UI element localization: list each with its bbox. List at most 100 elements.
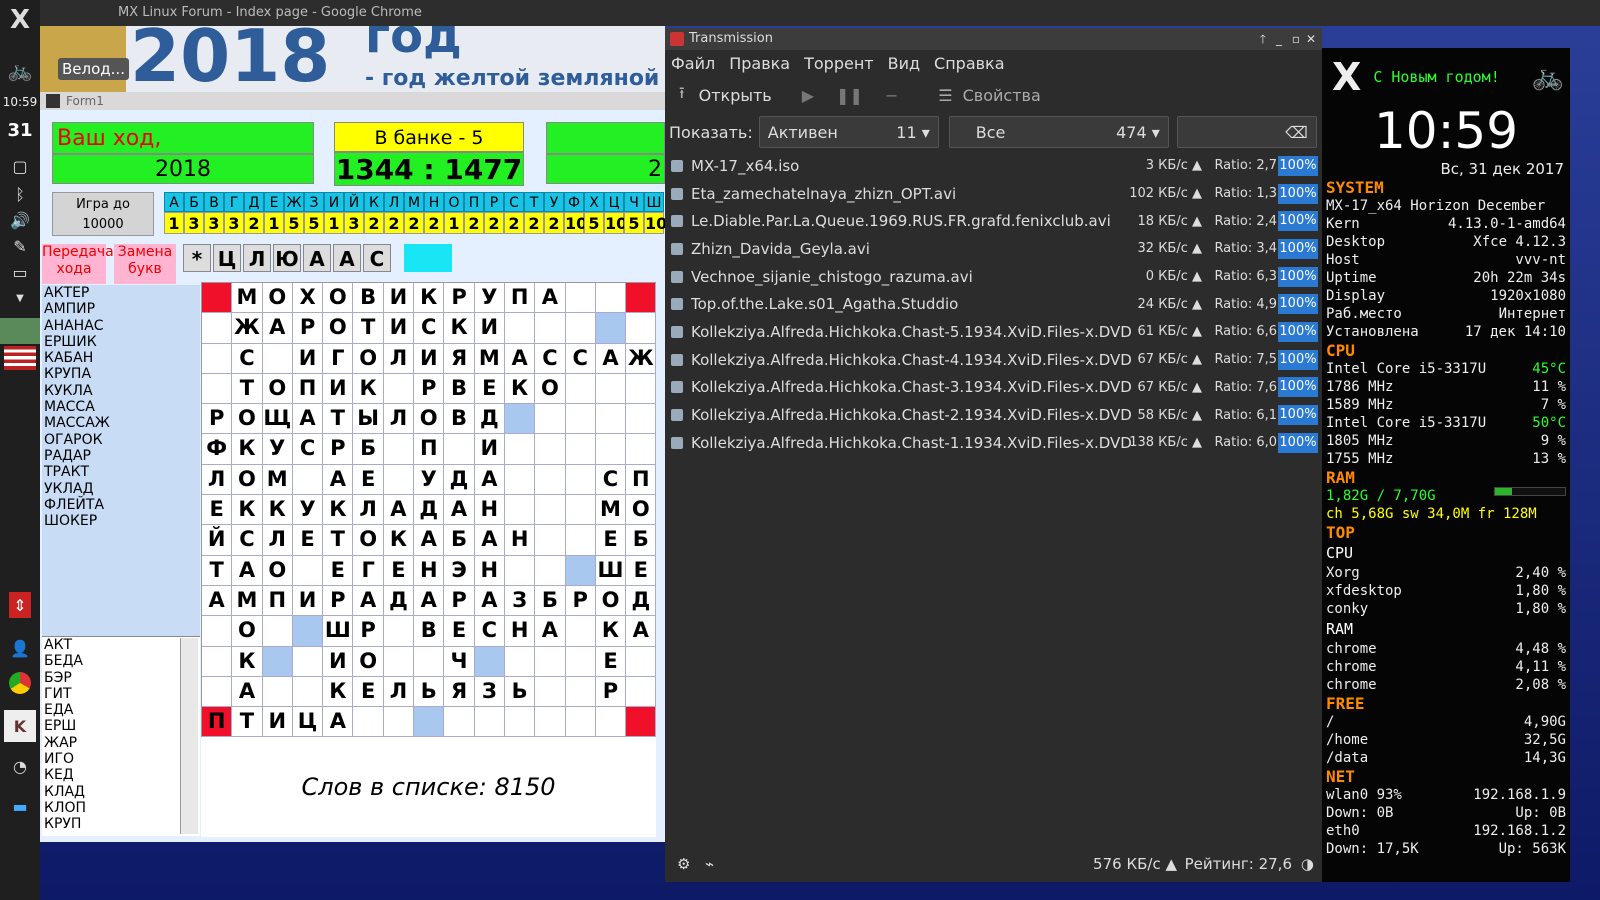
- board-cell[interactable]: У: [474, 283, 505, 314]
- board-cell[interactable]: [262, 616, 293, 647]
- board-cell[interactable]: [383, 464, 415, 496]
- board-cell[interactable]: С: [565, 343, 596, 374]
- board-cell[interactable]: [565, 373, 596, 405]
- board-cell[interactable]: А: [504, 343, 536, 374]
- board-cell[interactable]: Л: [262, 525, 293, 556]
- board-cell[interactable]: Ж: [232, 313, 263, 344]
- board-cell[interactable]: О: [232, 404, 263, 435]
- transmission-titlebar[interactable]: Transmission 🡑 _ ▫ ✕: [665, 28, 1322, 50]
- board-cell[interactable]: У: [292, 495, 324, 526]
- start-icon[interactable]: ▶: [802, 86, 814, 105]
- board-cell[interactable]: Е: [353, 464, 384, 496]
- board-cell[interactable]: Е: [292, 525, 324, 556]
- board-cell[interactable]: [535, 464, 566, 496]
- board-cell[interactable]: К: [232, 434, 263, 465]
- board-cell[interactable]: Х: [292, 283, 324, 314]
- word-item[interactable]: ЕДА: [44, 702, 200, 718]
- board-cell[interactable]: [202, 313, 233, 344]
- word-item[interactable]: ЖАР: [44, 735, 200, 751]
- board-cell[interactable]: М: [262, 464, 293, 496]
- word-item[interactable]: КЛАД: [44, 784, 200, 800]
- word-item[interactable]: БЕДА: [44, 653, 200, 669]
- torrent-row[interactable]: Zhizn_Davida_Geyla.avi 32 КБ/с ▲ Ratio: 3,…: [665, 235, 1322, 263]
- board-cell[interactable]: Ц: [292, 707, 324, 738]
- word-item[interactable]: УКЛАД: [44, 481, 200, 497]
- board-cell[interactable]: [292, 464, 324, 496]
- board-cell[interactable]: [535, 676, 566, 708]
- board-cell[interactable]: Ы: [353, 404, 384, 435]
- torrent-row[interactable]: MX-17_x64.iso 3 КБ/с ▲ Ratio: 2,7 100%: [665, 152, 1322, 180]
- board-cell[interactable]: О: [535, 373, 566, 405]
- board-cell[interactable]: [626, 404, 657, 435]
- board-cell[interactable]: [535, 707, 566, 738]
- board-cell[interactable]: Л: [353, 495, 384, 526]
- board-cell[interactable]: А: [383, 495, 415, 526]
- board-cell[interactable]: О: [353, 525, 384, 556]
- rack-tile[interactable]: А: [303, 244, 331, 272]
- board-cell[interactable]: Л: [202, 464, 233, 496]
- word-item[interactable]: ЕРШИК: [44, 334, 200, 350]
- torrent-row[interactable]: Kollekziya.Alfreda.Hichkoka.Chast-4.1934…: [665, 346, 1322, 374]
- board-cell[interactable]: Ь: [414, 676, 445, 708]
- torrent-row[interactable]: Eta_zamechatelnaya_zhizn_OPT.avi 102 КБ/с…: [665, 180, 1322, 208]
- word-item[interactable]: ОГАРОК: [44, 432, 200, 448]
- board-cell[interactable]: О: [323, 283, 354, 314]
- board-cell[interactable]: [565, 646, 596, 677]
- word-item[interactable]: КРУП: [44, 816, 200, 832]
- chrome-icon[interactable]: [9, 672, 31, 694]
- board-cell[interactable]: Е: [474, 373, 505, 405]
- torrent-row[interactable]: Kollekziya.Alfreda.Hichkoka.Chast-5.1934…: [665, 318, 1322, 346]
- word-item[interactable]: КАБАН: [44, 350, 200, 366]
- board-cell[interactable]: Д: [626, 585, 657, 617]
- board-cell[interactable]: И: [474, 434, 505, 465]
- board-cell[interactable]: В: [353, 283, 384, 314]
- rack-tile[interactable]: Ю: [273, 244, 301, 272]
- board-cell[interactable]: Л: [383, 676, 415, 708]
- words-list-2[interactable]: АКТ БЕДА БЭР ГИТ ЕДА ЕРШ ЖАР ИГО КЕД КЛАД КЛОП КРУП: [42, 636, 200, 836]
- board-cell[interactable]: [292, 676, 324, 708]
- board-cell[interactable]: [626, 646, 657, 677]
- board-cell[interactable]: И: [383, 283, 415, 314]
- word-item[interactable]: ТРАКТ: [44, 464, 200, 480]
- board-cell[interactable]: С: [595, 464, 627, 496]
- board-cell[interactable]: Ь: [504, 676, 536, 708]
- shoe-icon[interactable]: ◔: [4, 750, 36, 782]
- properties-button[interactable]: Свойства: [963, 86, 1041, 105]
- board-cell[interactable]: [535, 313, 566, 344]
- board-cell[interactable]: П: [504, 283, 536, 314]
- board-cell[interactable]: [383, 373, 415, 405]
- board-cell[interactable]: А: [535, 616, 566, 647]
- board-cell[interactable]: [535, 434, 566, 465]
- remove-icon[interactable]: −: [885, 86, 898, 105]
- board-cell[interactable]: Ш: [595, 555, 627, 586]
- board-cell[interactable]: А: [626, 616, 657, 647]
- board-cell[interactable]: [504, 555, 536, 586]
- board-cell[interactable]: Т: [232, 373, 263, 405]
- clear-icon[interactable]: ⌫: [1285, 123, 1308, 142]
- board-cell[interactable]: Р: [595, 676, 627, 708]
- board-cell[interactable]: Р: [444, 585, 475, 617]
- board-cell[interactable]: К: [444, 313, 475, 344]
- board-cell[interactable]: [504, 464, 536, 496]
- board-cell[interactable]: [504, 313, 536, 344]
- board-cell[interactable]: [444, 707, 475, 738]
- word-item[interactable]: ГИТ: [44, 686, 200, 702]
- board-cell[interactable]: О: [626, 495, 657, 526]
- board-cell[interactable]: Н: [474, 555, 505, 586]
- board-cell[interactable]: Е: [383, 555, 415, 586]
- board-cell[interactable]: А: [232, 555, 263, 586]
- board-cell[interactable]: Е: [353, 676, 384, 708]
- board-cell[interactable]: [595, 707, 627, 738]
- board-cell[interactable]: Е: [444, 616, 475, 647]
- board-cell[interactable]: Ч: [444, 646, 475, 677]
- rack-tile[interactable]: А: [333, 244, 361, 272]
- board-cell[interactable]: С: [474, 616, 505, 647]
- board-cell[interactable]: К: [323, 676, 354, 708]
- board-cell[interactable]: А: [414, 585, 445, 617]
- board-cell[interactable]: Д: [444, 464, 475, 496]
- board-cell[interactable]: [383, 616, 415, 647]
- board-cell[interactable]: И: [292, 585, 324, 617]
- board-cell[interactable]: О: [262, 555, 293, 586]
- menu-item[interactable]: Справка: [934, 50, 1005, 78]
- board-cell[interactable]: [595, 434, 627, 465]
